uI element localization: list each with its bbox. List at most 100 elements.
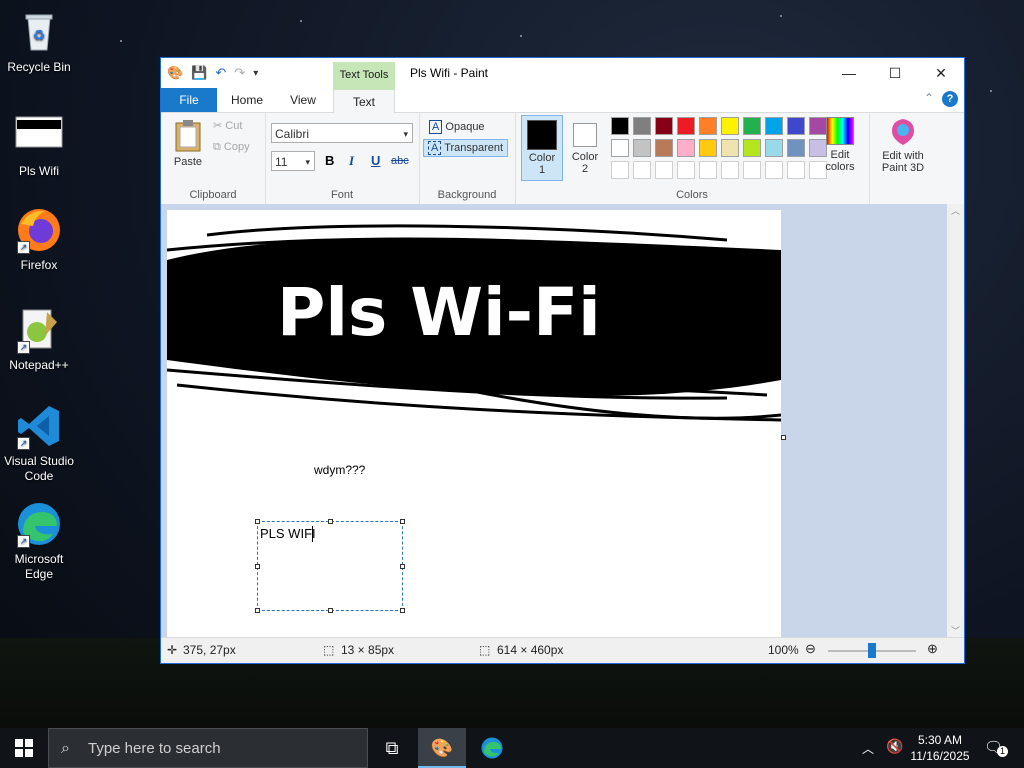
desktop-icon-vscode[interactable]: ↗ Visual Studio Code [0, 402, 78, 484]
zoom-slider[interactable] [828, 643, 916, 658]
desktop-icon-firefox[interactable]: ↗ Firefox [0, 206, 78, 273]
resize-handle[interactable] [255, 519, 260, 524]
canvas-resize-handle[interactable] [781, 435, 786, 440]
save-icon[interactable]: 💾 [191, 65, 207, 81]
palette-swatch[interactable] [655, 139, 673, 157]
font-family-select[interactable]: Calibri ▾ [271, 123, 413, 143]
edit-colors-button[interactable]: Edit colors [817, 117, 863, 173]
desktop-icon-recycle-bin[interactable]: ♻ Recycle Bin [0, 8, 78, 75]
palette-swatch[interactable] [743, 139, 761, 157]
zoom-slider-thumb[interactable] [868, 643, 876, 658]
palette-swatch[interactable] [721, 117, 739, 135]
palette-swatch[interactable] [611, 139, 629, 157]
tab-text[interactable]: Text [333, 88, 395, 113]
colors-group: Color 1 Color 2 Edit colors Colors [515, 113, 870, 205]
font-size-select[interactable]: 11 ▾ [271, 151, 315, 171]
copy-icon: ⧉ [213, 141, 221, 153]
scroll-down-icon[interactable]: ﹀ [947, 624, 964, 637]
clipboard-group-label: Clipboard [189, 189, 237, 201]
cut-label: Cut [225, 120, 243, 132]
resize-handle[interactable] [400, 564, 405, 569]
desktop-icon-label: Firefox [20, 258, 58, 272]
help-icon[interactable]: ? [942, 91, 958, 107]
minimize-button[interactable]: — [826, 58, 872, 88]
undo-icon[interactable]: ↶ [215, 65, 226, 81]
bold-button[interactable]: B [325, 153, 334, 168]
resize-handle[interactable] [328, 519, 333, 524]
zoom-out-button[interactable]: ⊖ [805, 641, 816, 657]
tab-view[interactable]: View [277, 88, 329, 112]
collapse-ribbon-icon[interactable]: ⌃ [924, 91, 934, 105]
close-button[interactable]: ✕ [918, 58, 964, 88]
taskbar-edge-button[interactable] [468, 728, 516, 768]
palette-swatch[interactable] [677, 161, 695, 179]
shortcut-arrow-icon: ↗ [17, 535, 30, 548]
palette-swatch[interactable] [655, 117, 673, 135]
show-hidden-icons-chevron-icon[interactable]: ︿ [862, 740, 874, 757]
customize-qat-icon[interactable]: ▾ [253, 68, 258, 79]
palette-swatch[interactable] [765, 139, 783, 157]
palette-swatch[interactable] [633, 117, 651, 135]
desktop-icon-notepad-plus-plus[interactable]: ↗ Notepad++ [0, 306, 78, 373]
desktop-icon-label: Visual Studio Code [4, 454, 74, 483]
palette-swatch[interactable] [699, 139, 717, 157]
text-box-content[interactable]: PLS WIFI [260, 526, 316, 541]
cut-button[interactable]: ✂ Cut [213, 119, 242, 132]
text-box-selection[interactable]: PLS WIFI [255, 519, 405, 613]
palette-swatch[interactable] [699, 161, 717, 179]
resize-handle[interactable] [400, 608, 405, 613]
edit-with-paint3d-button[interactable]: Edit with Paint 3D [875, 117, 931, 174]
palette-swatch[interactable] [611, 161, 629, 179]
edit-colors-label: Edit colors [825, 149, 855, 173]
transparent-button[interactable]: A Transparent [423, 139, 509, 157]
resize-handle[interactable] [255, 608, 260, 613]
tab-file[interactable]: File [161, 88, 217, 112]
opaque-button[interactable]: A Opaque [425, 119, 489, 135]
palette-swatch[interactable] [787, 161, 805, 179]
scroll-up-icon[interactable]: ︿ [947, 204, 964, 217]
palette-swatch[interactable] [721, 161, 739, 179]
color2-button[interactable]: Color 2 [565, 115, 605, 179]
palette-swatch[interactable] [787, 139, 805, 157]
palette-swatch[interactable] [743, 117, 761, 135]
paste-button[interactable]: Paste [173, 119, 203, 168]
palette-swatch[interactable] [677, 117, 695, 135]
palette-swatch[interactable] [633, 161, 651, 179]
palette-swatch[interactable] [721, 139, 739, 157]
selection-size: 13 × 85px [341, 643, 395, 657]
tab-home[interactable]: Home [221, 88, 273, 112]
canvas-area[interactable]: Pls Wi-Fi wdym??? PLS WIFI [161, 204, 947, 637]
resize-handle[interactable] [400, 519, 405, 524]
volume-muted-icon[interactable]: 🔇 [886, 738, 903, 755]
canvas-text-reply: wdym??? [314, 463, 366, 477]
strikethrough-button[interactable]: abc [391, 155, 409, 167]
maximize-button[interactable]: ☐ [872, 58, 918, 88]
palette-swatch[interactable] [699, 117, 717, 135]
redo-icon[interactable]: ↷ [234, 65, 245, 81]
start-button[interactable] [0, 728, 48, 768]
clock[interactable]: 5:30 AM 11/16/2025 [908, 732, 972, 764]
italic-button[interactable]: I [349, 153, 354, 169]
palette-swatch[interactable] [655, 161, 673, 179]
palette-swatch[interactable] [787, 117, 805, 135]
palette-swatch[interactable] [765, 161, 783, 179]
vertical-scrollbar[interactable]: ︿ ﹀ [947, 204, 964, 637]
palette-swatch[interactable] [611, 117, 629, 135]
cursor-position: 375, 27px [183, 643, 236, 657]
desktop-icon-edge[interactable]: ↗ Microsoft Edge [0, 500, 78, 582]
palette-swatch[interactable] [743, 161, 761, 179]
search-box[interactable]: ⌕ Type here to search [48, 728, 368, 768]
underline-button[interactable]: U [371, 153, 380, 168]
task-view-button[interactable]: ⧉ [368, 728, 416, 768]
drawing-canvas[interactable]: Pls Wi-Fi wdym??? PLS WIFI [167, 210, 781, 637]
color1-button[interactable]: Color 1 [521, 115, 563, 181]
desktop-icon-pls-wifi[interactable]: Pls Wifi [0, 112, 78, 179]
taskbar-paint-button[interactable]: 🎨 [418, 728, 466, 768]
zoom-in-button[interactable]: ⊕ [927, 641, 938, 657]
copy-button[interactable]: ⧉ Copy [213, 141, 250, 154]
resize-handle[interactable] [328, 608, 333, 613]
palette-swatch[interactable] [765, 117, 783, 135]
resize-handle[interactable] [255, 564, 260, 569]
palette-swatch[interactable] [677, 139, 695, 157]
palette-swatch[interactable] [633, 139, 651, 157]
